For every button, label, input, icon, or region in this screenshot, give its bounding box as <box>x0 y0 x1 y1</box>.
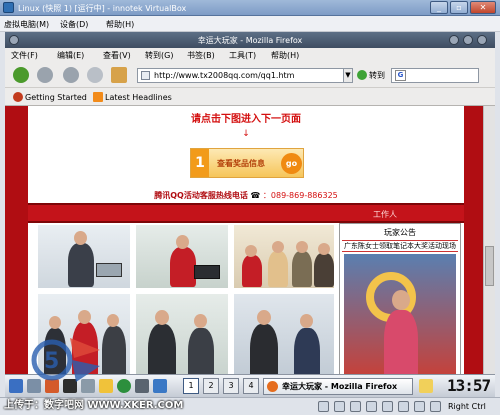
view-prize-info-button[interactable]: 1 查看奖品信息 go <box>190 148 304 178</box>
go-label: 转到 <box>369 71 385 80</box>
google-search-icon: G <box>395 70 406 81</box>
event-photo[interactable] <box>232 223 336 290</box>
vbox-menu-machine[interactable]: 虚拟电脑(M) <box>4 19 49 30</box>
phone-icon: ☎ <box>250 191 261 200</box>
event-photo[interactable] <box>134 223 230 290</box>
menu-edit[interactable]: 编辑(E) <box>57 50 84 61</box>
page-favicon-icon <box>141 71 150 80</box>
rss-feed-icon <box>93 92 103 102</box>
forward-arrow-icon[interactable] <box>37 67 53 83</box>
hotline-label: 腾讯QQ活动客服热线电话 <box>154 191 248 200</box>
firefox-icon <box>267 381 278 392</box>
settings-icon[interactable] <box>135 379 149 393</box>
event-photo[interactable] <box>36 223 132 290</box>
start-menu-icon[interactable] <box>9 379 23 393</box>
workspace-2[interactable]: 2 <box>203 378 219 394</box>
vbox-titlebar: Linux (快照 1) [运行中] - innotek VirtualBox … <box>0 0 500 16</box>
virtualbox-window: Linux (快照 1) [运行中] - innotek VirtualBox … <box>0 0 500 415</box>
workspace-4[interactable]: 4 <box>243 378 259 394</box>
workspace-3[interactable]: 3 <box>223 378 239 394</box>
bookmark-latest-headlines[interactable]: Latest Headlines <box>93 92 172 102</box>
url-text: http://www.tx2008qq.com/qq1.htm <box>154 71 295 80</box>
firefox-bookmark-icon <box>13 92 23 102</box>
vbox-menu-help[interactable]: 帮助(H) <box>106 19 134 30</box>
watermark-text: 上传于：数字吧网 WWW.XKER.COM <box>4 400 184 411</box>
vbox-menubar: 虚拟电脑(M) 设备(D) 帮助(H) <box>0 16 500 32</box>
menu-tools[interactable]: 工具(T) <box>229 50 256 61</box>
shared-folder-icon[interactable] <box>398 401 409 412</box>
player-notice-panel: 玩家公告 广东陈女士领取笔记本大奖活动现场 <box>339 223 461 382</box>
clock[interactable]: 13:57 <box>447 376 491 395</box>
vbox-menu-devices[interactable]: 设备(D) <box>60 19 88 30</box>
url-bar[interactable]: http://www.tx2008qq.com/qq1.htm <box>137 68 351 83</box>
go-button[interactable]: 转到 <box>357 70 385 81</box>
bookmarks-toolbar: Getting Started Latest Headlines <box>5 88 495 106</box>
notification-icon[interactable] <box>419 379 433 393</box>
bookmark-label: Latest Headlines <box>105 93 172 102</box>
taskbar-task-label: 幸运大玩家 - Mozilla Firefox <box>282 382 398 391</box>
mail-icon[interactable] <box>153 379 167 393</box>
taskbar-firefox-button[interactable]: 幸运大玩家 - Mozilla Firefox <box>263 378 413 395</box>
firefox-titlebar: 幸运大玩家 - Mozilla Firefox <box>5 32 495 48</box>
close-button[interactable]: ✕ <box>470 1 496 14</box>
menu-help[interactable]: 帮助(H) <box>271 50 299 61</box>
staff-banner: 工作人 <box>28 203 464 223</box>
down-arrow-icon: ↓ <box>242 129 250 139</box>
minimize-button[interactable]: _ <box>430 1 448 14</box>
click-instruction: 请点击下图进入下一页面 <box>191 114 301 125</box>
firefox-menubar: 文件(F) 编辑(E) 查看(V) 转到(G) 书签(B) 工具(T) 帮助(H… <box>5 48 495 62</box>
globe-icon[interactable] <box>117 379 131 393</box>
hard-disk-icon[interactable] <box>318 401 329 412</box>
watermark-logo-icon: 5 <box>31 338 100 382</box>
hotline-number: ：089-869-886325 <box>262 191 338 200</box>
firefox-title: 幸运大玩家 - Mozilla Firefox <box>197 36 303 45</box>
navigation-toolbar: http://www.tx2008qq.com/qq1.htm ▼ 转到 G <box>5 62 495 88</box>
maximize-button[interactable]: ▫ <box>450 1 468 14</box>
url-dropdown-chevron-icon[interactable]: ▼ <box>343 68 353 83</box>
cd-rom-icon[interactable] <box>334 401 345 412</box>
usb-icon[interactable] <box>382 401 393 412</box>
virtualbox-icon <box>3 2 14 13</box>
reload-icon[interactable] <box>63 67 79 83</box>
menu-view[interactable]: 查看(V) <box>103 50 131 61</box>
keyboard-icon[interactable] <box>430 401 441 412</box>
bookmark-getting-started[interactable]: Getting Started <box>13 92 87 102</box>
event-photo[interactable] <box>232 292 336 382</box>
vbox-title: Linux (快照 1) [运行中] - innotek VirtualBox <box>18 4 187 13</box>
go-circle-icon: go <box>281 153 302 174</box>
notice-title: 玩家公告 <box>384 228 416 237</box>
workspace-1[interactable]: 1 <box>183 378 199 394</box>
ff-close-button[interactable] <box>477 35 487 45</box>
mouse-integration-icon[interactable] <box>414 401 425 412</box>
step-number: 1 <box>191 149 209 177</box>
stop-icon[interactable] <box>87 67 103 83</box>
event-photo[interactable] <box>134 292 230 382</box>
menu-file[interactable]: 文件(F) <box>11 50 38 61</box>
ff-minimize-button[interactable] <box>449 35 459 45</box>
hotline: 腾讯QQ活动客服热线电话 ☎ ：089-869-886325 <box>28 190 464 201</box>
prize-button-label: 查看奖品信息 <box>217 159 265 168</box>
bookmark-label: Getting Started <box>25 93 87 102</box>
floppy-icon[interactable] <box>350 401 361 412</box>
notice-photo[interactable] <box>344 254 456 380</box>
search-input[interactable]: G <box>391 68 479 83</box>
ff-maximize-button[interactable] <box>463 35 473 45</box>
vertical-scrollbar[interactable] <box>483 106 495 382</box>
svg-text:5: 5 <box>44 349 59 374</box>
host-key-label: Right Ctrl <box>448 402 486 411</box>
notice-subtitle: 广东陈女士领取笔记本大奖活动现场 <box>342 240 458 252</box>
menu-go[interactable]: 转到(G) <box>145 50 173 61</box>
network-icon[interactable] <box>366 401 377 412</box>
menu-bookmarks[interactable]: 书签(B) <box>187 50 215 61</box>
scroll-thumb[interactable] <box>485 246 494 286</box>
go-arrow-icon <box>357 70 367 80</box>
home-icon[interactable] <box>111 67 127 83</box>
staff-label: 工作人 <box>373 210 397 219</box>
back-arrow-icon[interactable] <box>13 67 29 83</box>
